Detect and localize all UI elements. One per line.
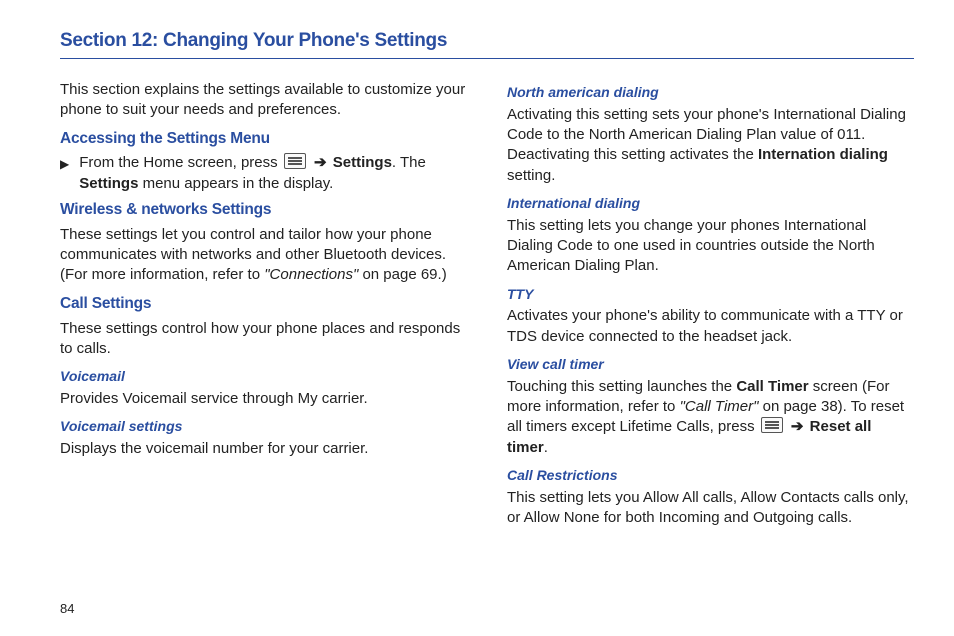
arrow-icon: ➔ (791, 418, 804, 435)
heading-call-restrictions: Call Restrictions (507, 466, 914, 485)
body-call-settings: These settings control how your phone pl… (60, 319, 467, 360)
text: Touching this setting launches the (507, 378, 736, 395)
column-left: This section explains the settings avail… (60, 77, 467, 536)
document-page: Section 12: Changing Your Phone's Settin… (0, 0, 954, 636)
body-tty: Activates your phone's ability to commun… (507, 306, 914, 347)
reference: "Call Timer" (680, 398, 759, 415)
heading-voicemail-settings: Voicemail settings (60, 417, 467, 436)
heading-intl-dialing: International dialing (507, 194, 914, 213)
page-number: 84 (60, 601, 74, 616)
body-call-restrictions: This setting lets you Allow All calls, A… (507, 488, 914, 529)
body-voicemail-settings: Displays the voicemail number for your c… (60, 439, 467, 459)
text: on page 69.) (358, 266, 446, 283)
bullet-text: From the Home screen, press ➔ Settings. … (79, 153, 467, 194)
title-rule (60, 58, 914, 59)
heading-na-dialing: North american dialing (507, 83, 914, 102)
section-title: Section 12: Changing Your Phone's Settin… (60, 30, 914, 52)
heading-wireless: Wireless & networks Settings (60, 200, 467, 221)
body-voicemail: Provides Voicemail service through My ca… (60, 389, 467, 409)
content-columns: This section explains the settings avail… (60, 77, 914, 536)
text: From the Home screen, press (79, 154, 282, 171)
menu-icon (284, 153, 306, 169)
text: . The (392, 154, 426, 171)
heading-view-call-timer: View call timer (507, 355, 914, 374)
text: . (544, 439, 548, 456)
heading-call-settings: Call Settings (60, 294, 467, 315)
settings-label: Settings (333, 154, 392, 171)
arrow-icon: ➔ (314, 154, 327, 171)
heading-voicemail: Voicemail (60, 367, 467, 386)
heading-tty: TTY (507, 285, 914, 304)
bold-text: Internation dialing (758, 146, 888, 163)
column-right: North american dialing Activating this s… (507, 77, 914, 536)
bullet-item: ▶ From the Home screen, press ➔ Settings… (60, 153, 467, 194)
body-na-dialing: Activating this setting sets your phone'… (507, 105, 914, 186)
intro-text: This section explains the settings avail… (60, 80, 467, 121)
body-intl-dialing: This setting lets you change your phones… (507, 216, 914, 277)
menu-icon (761, 417, 783, 433)
bullet-marker-icon: ▶ (60, 153, 69, 194)
body-wireless: These settings let you control and tailo… (60, 225, 467, 286)
body-view-call-timer: Touching this setting launches the Call … (507, 377, 914, 458)
text: menu appears in the display. (138, 175, 333, 192)
bold-text: Call Timer (736, 378, 808, 395)
reference: "Connections" (264, 266, 358, 283)
text: setting. (507, 167, 555, 184)
heading-accessing: Accessing the Settings Menu (60, 129, 467, 150)
settings-label: Settings (79, 175, 138, 192)
